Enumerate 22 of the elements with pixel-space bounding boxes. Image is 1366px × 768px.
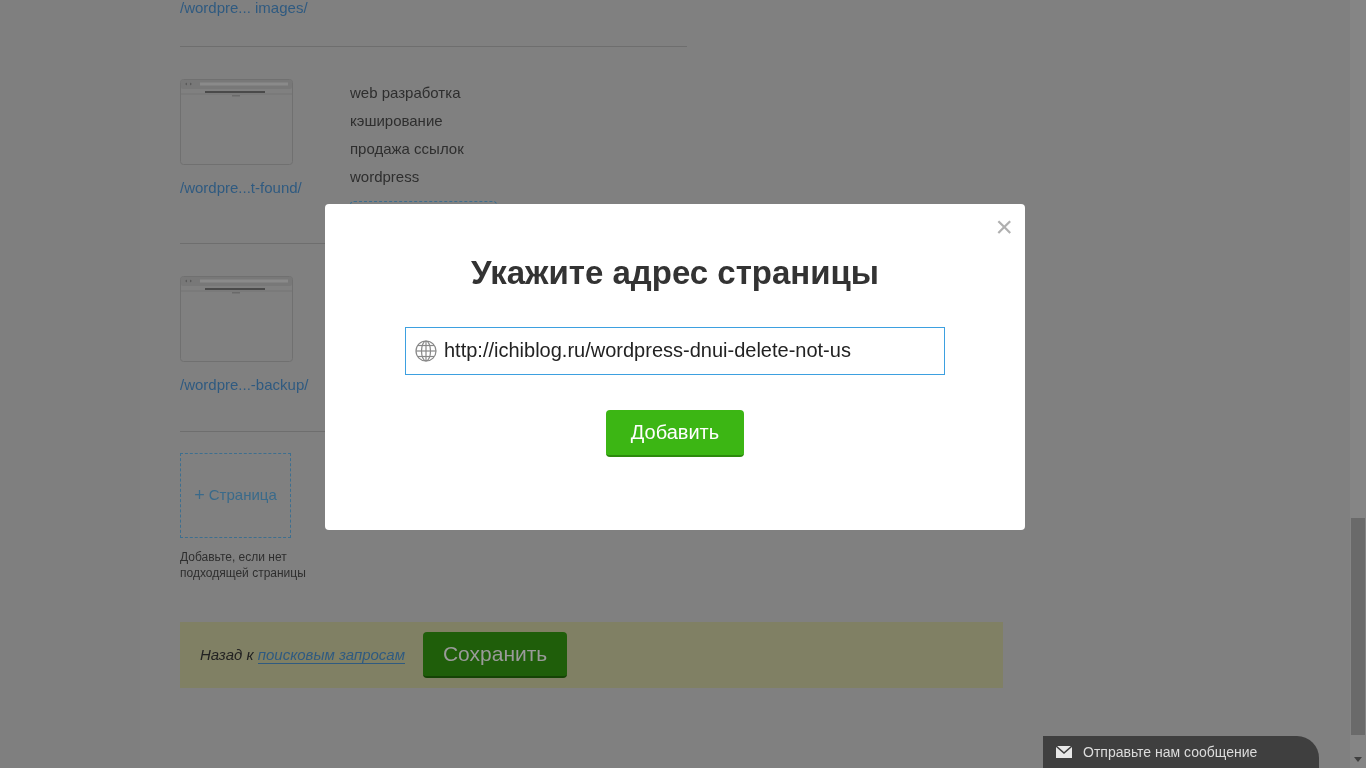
page-link[interactable]: /wordpre...t-found/	[180, 177, 350, 200]
back-link[interactable]: поисковым запросам	[257, 645, 405, 664]
add-page-button[interactable]: + Страница	[180, 453, 291, 538]
save-button[interactable]: Сохранить	[422, 632, 568, 678]
tag-label: кэширование	[350, 111, 444, 131]
close-button[interactable]: ×	[995, 212, 1013, 242]
tag-label: wordpress	[350, 167, 421, 187]
scroll-down-icon[interactable]	[1354, 757, 1362, 762]
url-field[interactable]: http://ichiblog.ru/wordpress-dnui-delete-not-us	[405, 326, 945, 375]
scrollbar[interactable]	[1350, 0, 1366, 768]
add-page-hint: Добавьте, если нет подходящей страницы	[180, 549, 307, 581]
modal-title: Укажите адрес страницы	[470, 253, 880, 293]
tag-label: web разработка	[350, 83, 462, 103]
tag-label: продажа ссылок	[350, 139, 465, 159]
envelope-icon	[1056, 746, 1072, 758]
add-button[interactable]: Добавить	[605, 409, 745, 457]
chat-label: Отправьте нам сообщение	[1083, 742, 1258, 762]
scrollbar-thumb[interactable]	[1351, 518, 1365, 735]
globe-icon	[415, 339, 437, 362]
page-link[interactable]: /wordpre... images/	[180, 0, 687, 16]
back-text: Назад к поисковым запросам	[200, 644, 405, 666]
chat-widget[interactable]: Отправьте нам сообщение	[1043, 736, 1319, 768]
